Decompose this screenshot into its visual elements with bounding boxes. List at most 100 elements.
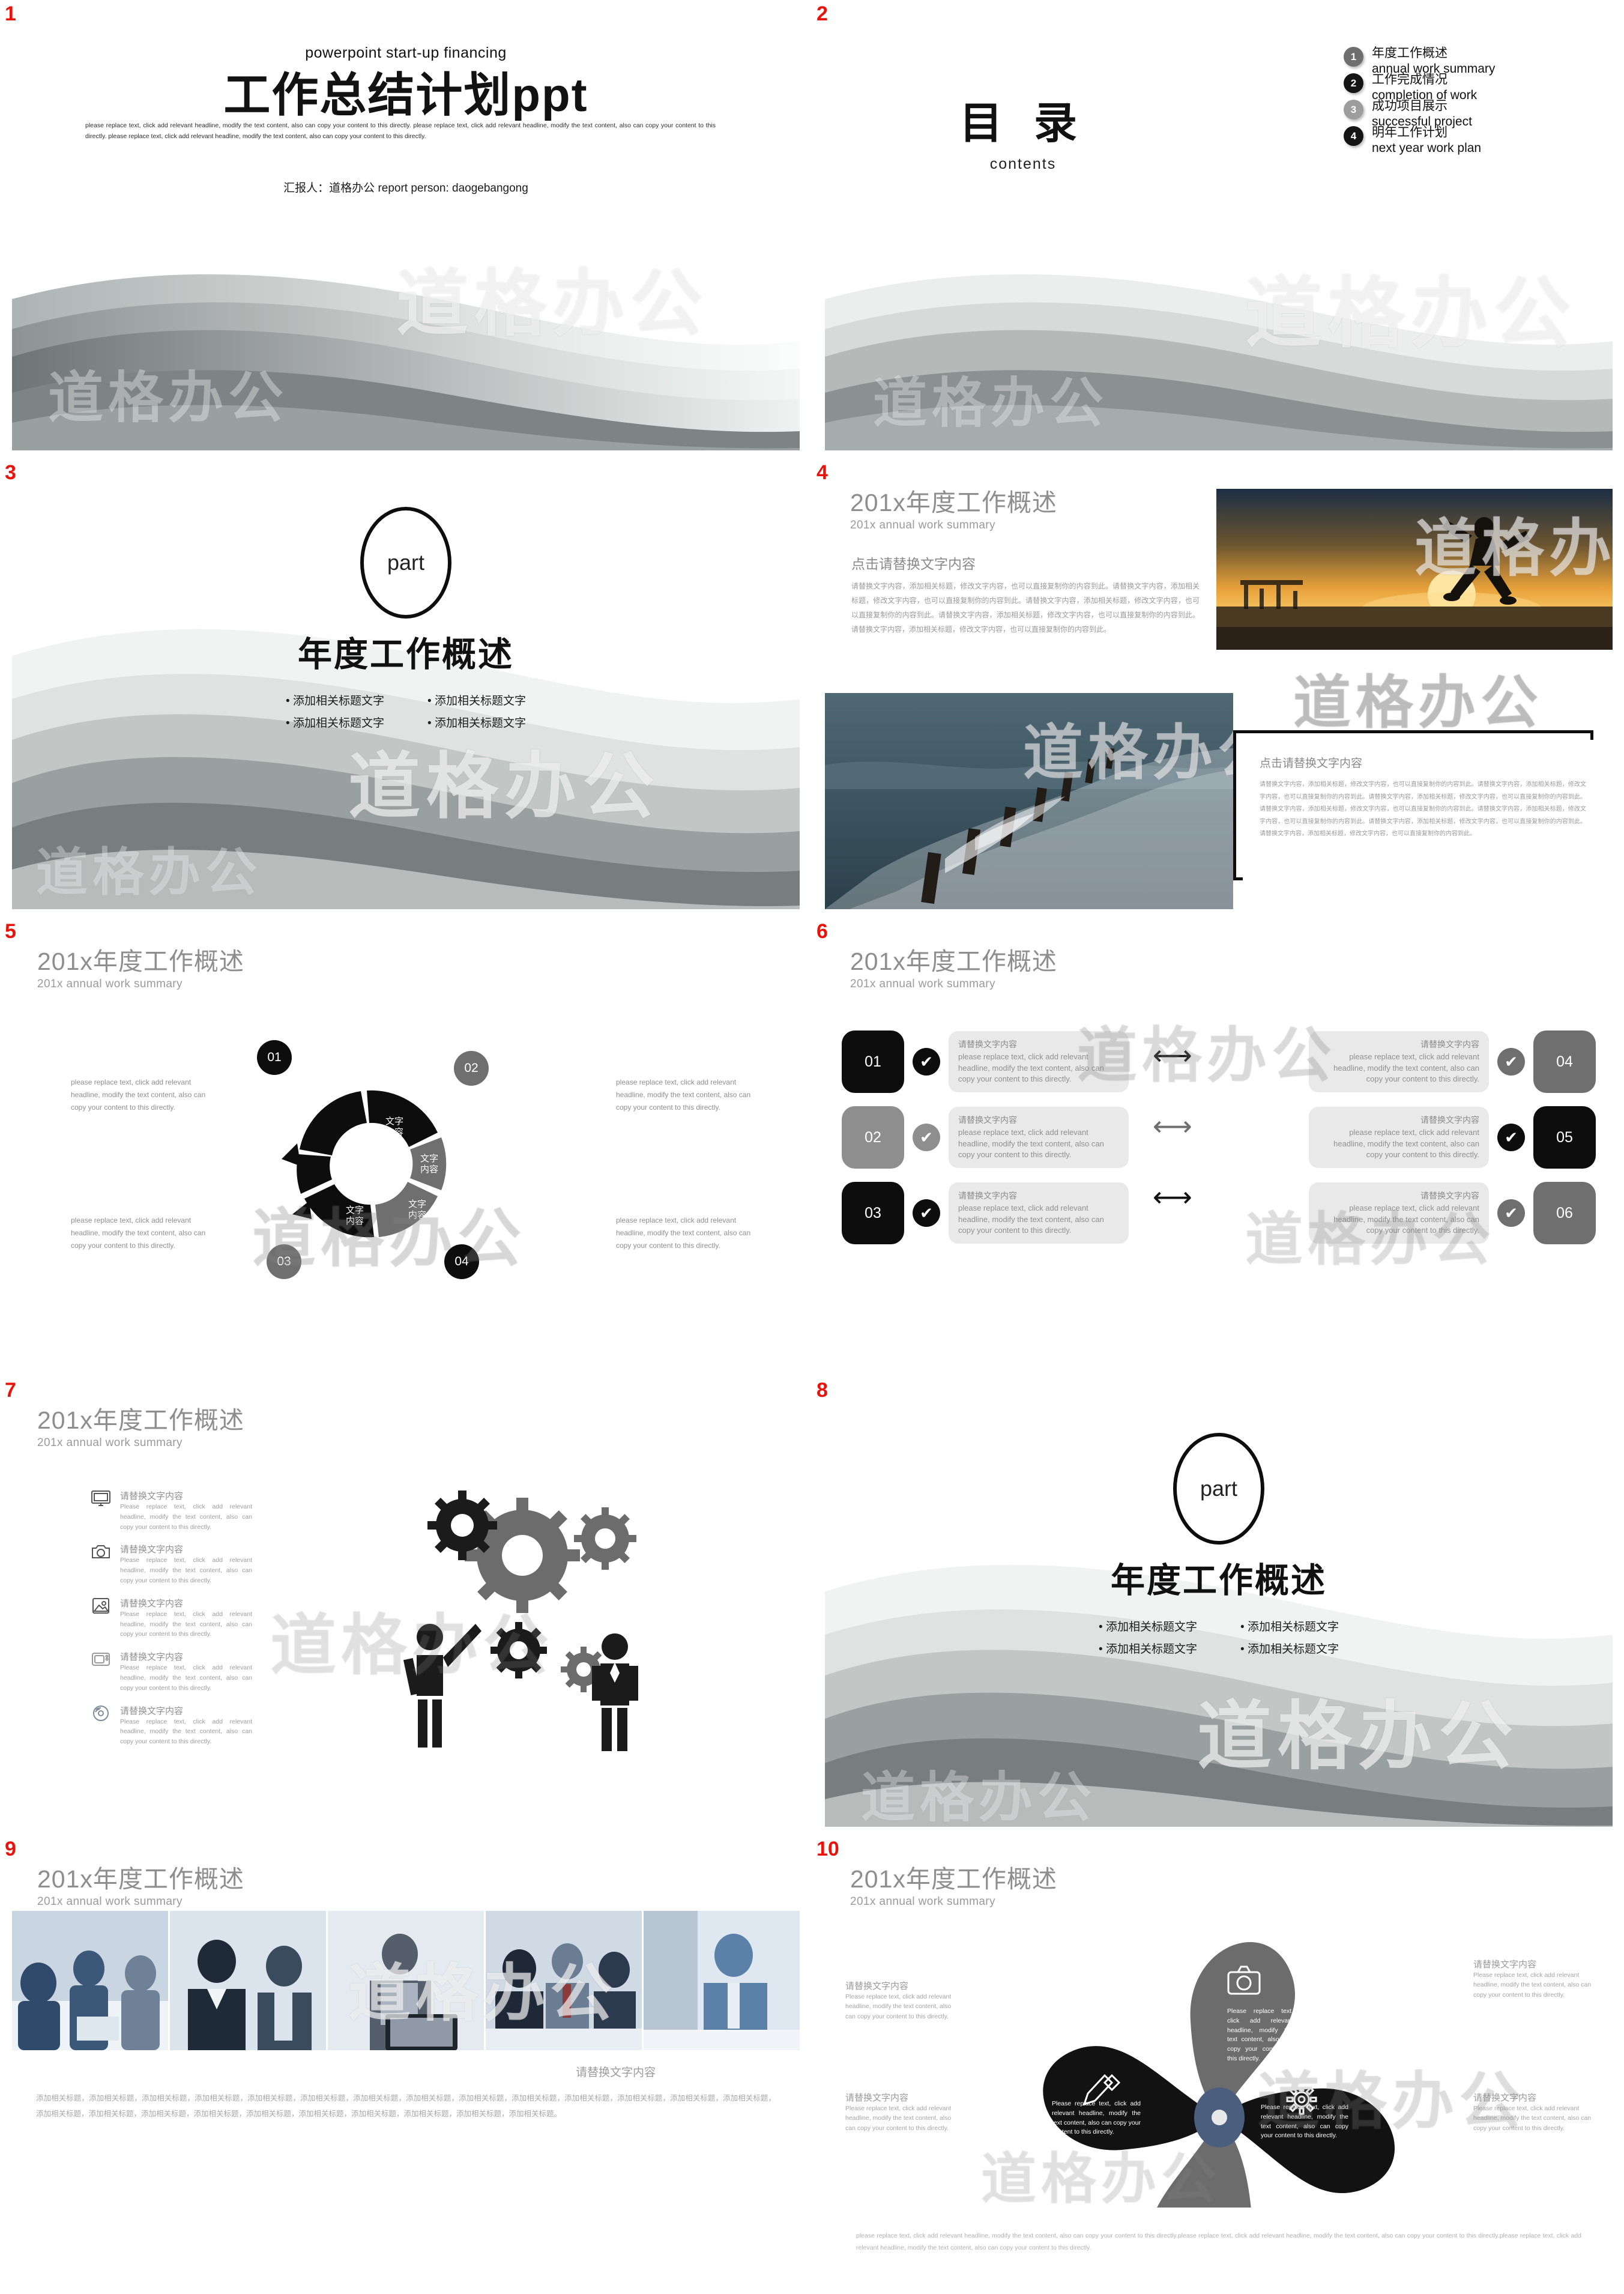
tile-01: 01: [842, 1030, 904, 1093]
slide1-subtitle-en: powerpoint start-up financing: [305, 44, 507, 61]
bubble-body: please replace text, click add relevant …: [958, 1127, 1104, 1160]
slide-2[interactable]: 目 录 contents 1 年度工作概述 annual work summary…: [825, 17, 1613, 450]
watermark: 道格办公: [873, 372, 1108, 435]
tile-02: 02: [842, 1106, 904, 1169]
bullet-item: • 添加相关标题文字: [1240, 1643, 1339, 1656]
feature-title: 请替换文字内容: [120, 1491, 184, 1501]
toc-label-cn: 工作完成情况: [1372, 73, 1447, 86]
slide-9[interactable]: 201x年度工作概述 201x annual work summary 请替换文…: [12, 1852, 800, 2286]
bubble-body: please replace text, click add relevant …: [1333, 1203, 1479, 1235]
slide-1[interactable]: powerpoint start-up financing 工作总结计划ppt …: [12, 17, 800, 450]
slide1-report-line: 汇报人：道格办公 report person: daogebangong: [283, 182, 528, 195]
svg-text:文字: 文字: [420, 1153, 438, 1164]
toc-item[interactable]: 2 工作完成情况 completion of work: [1344, 72, 1584, 102]
step-badge-01: 01: [257, 1040, 292, 1075]
svg-text:内容: 内容: [420, 1164, 438, 1175]
petal-text-2: Please replace text, click add relevant …: [1227, 2008, 1293, 2062]
feature-row[interactable]: 03 ✔ 请替换文字内容 please replace text, click …: [842, 1182, 1129, 1244]
feature-item[interactable]: 请替换文字内容 Please replace text, click add r…: [90, 1704, 252, 1747]
slide-number-1: 1: [5, 2, 16, 25]
slide6-right-column: 请替换文字内容 please replace text, click add r…: [1309, 1030, 1596, 1244]
slide-6[interactable]: 201x年度工作概述 201x annual work summary 01 ✔…: [825, 934, 1613, 1368]
svg-text:内容: 内容: [408, 1209, 426, 1220]
slide-number-4: 4: [817, 461, 828, 484]
step-badge-02: 02: [454, 1051, 489, 1086]
slide-cell-2[interactable]: 2 目 录 contents 1 年度工作概述 annual work summa…: [812, 0, 1624, 459]
feature-title: 请替换文字内容: [120, 1705, 184, 1716]
feature-row[interactable]: 02 ✔ 请替换文字内容 please replace text, click …: [842, 1106, 1129, 1169]
feature-body: Please replace text, click add relevant …: [120, 1610, 252, 1638]
toc-item[interactable]: 3 成功项目展示 successful project: [1344, 98, 1584, 129]
watermark: 道格办公: [1197, 1693, 1520, 1780]
feature-title: 请替换文字内容: [120, 1652, 184, 1663]
slide-cell-8[interactable]: 8 part 年度工作概述 • 添加相关标题文字 • 添加相关标题文字 • 添加…: [812, 1376, 1624, 1835]
slide4-header-cn: 201x年度工作概述: [850, 489, 1057, 516]
feature-title: 请替换文字内容: [120, 1598, 184, 1609]
feature-row[interactable]: 请替换文字内容 please replace text, click add r…: [1309, 1030, 1596, 1093]
feature-body: Please replace text, click add relevant …: [120, 1503, 252, 1531]
petal-label-2: 请替换文字内容 Please replace text, click add r…: [1473, 1960, 1592, 1999]
slide-cell-5[interactable]: 5 201x年度工作概述 201x annual work summary 文字…: [0, 918, 812, 1376]
feature-bubble: 请替换文字内容 please replace text, click add r…: [1309, 1030, 1489, 1093]
slide-cell-4[interactable]: 4 201x年度工作概述 201x annual work summary 点击…: [812, 459, 1624, 918]
feature-body: Please replace text, click add relevant …: [120, 1557, 252, 1584]
slide-7[interactable]: 201x年度工作概述 201x annual work summary 请替换文…: [12, 1393, 800, 1827]
feature-body: Please replace text, click add relevant …: [120, 1664, 252, 1692]
petal-text-4: Please replace text, click add relevant …: [1261, 2104, 1348, 2140]
slide-cell-6[interactable]: 6 201x年度工作概述 201x annual work summary 01…: [812, 918, 1624, 1376]
feature-item[interactable]: 请替换文字内容 Please replace text, click add r…: [90, 1597, 252, 1639]
toc-item[interactable]: 1 年度工作概述 annual work summary: [1344, 46, 1584, 76]
photo-man-blue-shirt: [644, 1911, 800, 2050]
slide-number-3: 3: [5, 461, 16, 484]
slide10-header: 201x年度工作概述 201x annual work summary: [850, 1865, 1057, 1908]
bullet-item: • 添加相关标题文字: [1099, 1643, 1197, 1656]
slide-4[interactable]: 201x年度工作概述 201x annual work summary 点击请替…: [825, 476, 1613, 909]
feature-body: Please replace text, click add relevant …: [120, 1717, 252, 1746]
petal-diagram: [1001, 1919, 1437, 2208]
feature-bubble: 请替换文字内容 please replace text, click add r…: [949, 1182, 1129, 1244]
bubble-title: 请替换文字内容: [958, 1115, 1017, 1125]
slide4-body: 请替换文字内容，添加相关标题，修改文字内容，也可以直接复制你的内容到此。请替换文…: [851, 582, 1200, 634]
tile-06: 06: [1533, 1182, 1596, 1244]
slide-cell-3[interactable]: 3 part 年度工作概述 • 添加相关标题文字 • 添加相关标题文字 • 添加…: [0, 459, 812, 918]
check-icon: ✔: [1497, 1199, 1525, 1227]
toc-label-cn: 成功项目展示: [1372, 99, 1447, 113]
slide-3[interactable]: part 年度工作概述 • 添加相关标题文字 • 添加相关标题文字 • 添加相关…: [12, 476, 800, 909]
slide-cell-1[interactable]: 1 powerpoint start-up financing 工作总结计划pp…: [0, 0, 812, 459]
feature-row[interactable]: 01 ✔ 请替换文字内容 please replace text, click …: [842, 1030, 1129, 1093]
slide6-header-en: 201x annual work summary: [850, 978, 995, 991]
toc-item[interactable]: 4 明年工作计划 next year work plan: [1344, 125, 1584, 155]
feature-row[interactable]: 请替换文字内容 please replace text, click add r…: [1309, 1106, 1596, 1169]
slide10-header-en: 201x annual work summary: [850, 1895, 995, 1908]
check-icon: ✔: [1497, 1124, 1525, 1151]
slide-number-6: 6: [817, 920, 828, 943]
slide1-title: 工作总结计划ppt: [223, 68, 588, 121]
toc-badge: 2: [1344, 73, 1363, 93]
slide-8[interactable]: part 年度工作概述 • 添加相关标题文字 • 添加相关标题文字 • 添加相关…: [825, 1393, 1613, 1827]
feature-bubble: 请替换文字内容 please replace text, click add r…: [1309, 1106, 1489, 1169]
slide-number-9: 9: [5, 1838, 16, 1860]
part-circle-label: part: [1200, 1476, 1238, 1501]
toc-label-cn: 年度工作概述: [1372, 46, 1447, 60]
slide-cell-9[interactable]: 9 201x年度工作概述 201x annual work summary 请替…: [0, 1835, 812, 2294]
slide-cell-7[interactable]: 7 201x年度工作概述 201x annual work summary 请替…: [0, 1376, 812, 1835]
check-icon: ✔: [1497, 1048, 1525, 1076]
slide-5[interactable]: 201x年度工作概述 201x annual work summary 文字 内…: [12, 934, 800, 1368]
slide2-title-cn: 目 录: [959, 100, 1087, 148]
slide5-header: 201x年度工作概述 201x annual work summary: [37, 948, 244, 991]
feature-item[interactable]: 请替换文字内容 Please replace text, click add r…: [90, 1543, 252, 1585]
feature-row[interactable]: 请替换文字内容 please replace text, click add r…: [1309, 1182, 1596, 1244]
tv-icon: [90, 1650, 112, 1668]
feature-item[interactable]: 请替换文字内容 Please replace text, click add r…: [90, 1650, 252, 1693]
slide4-panel: 点击请替换文字内容 请替换文字内容，添加相关标题，修改文字内容，也可以直接复制你…: [1243, 740, 1603, 890]
slide-10[interactable]: 201x年度工作概述 201x annual work summary Plea…: [825, 1852, 1613, 2286]
slide-number-2: 2: [817, 2, 828, 25]
slide10-bottom-note: please replace text, click add relevant …: [856, 2232, 1581, 2252]
slide4-header: 201x年度工作概述 201x annual work summary: [850, 489, 1057, 532]
disc-icon: [90, 1704, 112, 1722]
slide6-header: 201x年度工作概述 201x annual work summary: [850, 948, 1057, 991]
svg-text:内容: 内容: [346, 1215, 364, 1226]
feature-item[interactable]: 请替换文字内容 Please replace text, click add r…: [90, 1489, 252, 1532]
photo-strip: [12, 1911, 800, 2050]
slide-cell-10[interactable]: 10 201x年度工作概述 201x annual work summary P…: [812, 1835, 1624, 2294]
